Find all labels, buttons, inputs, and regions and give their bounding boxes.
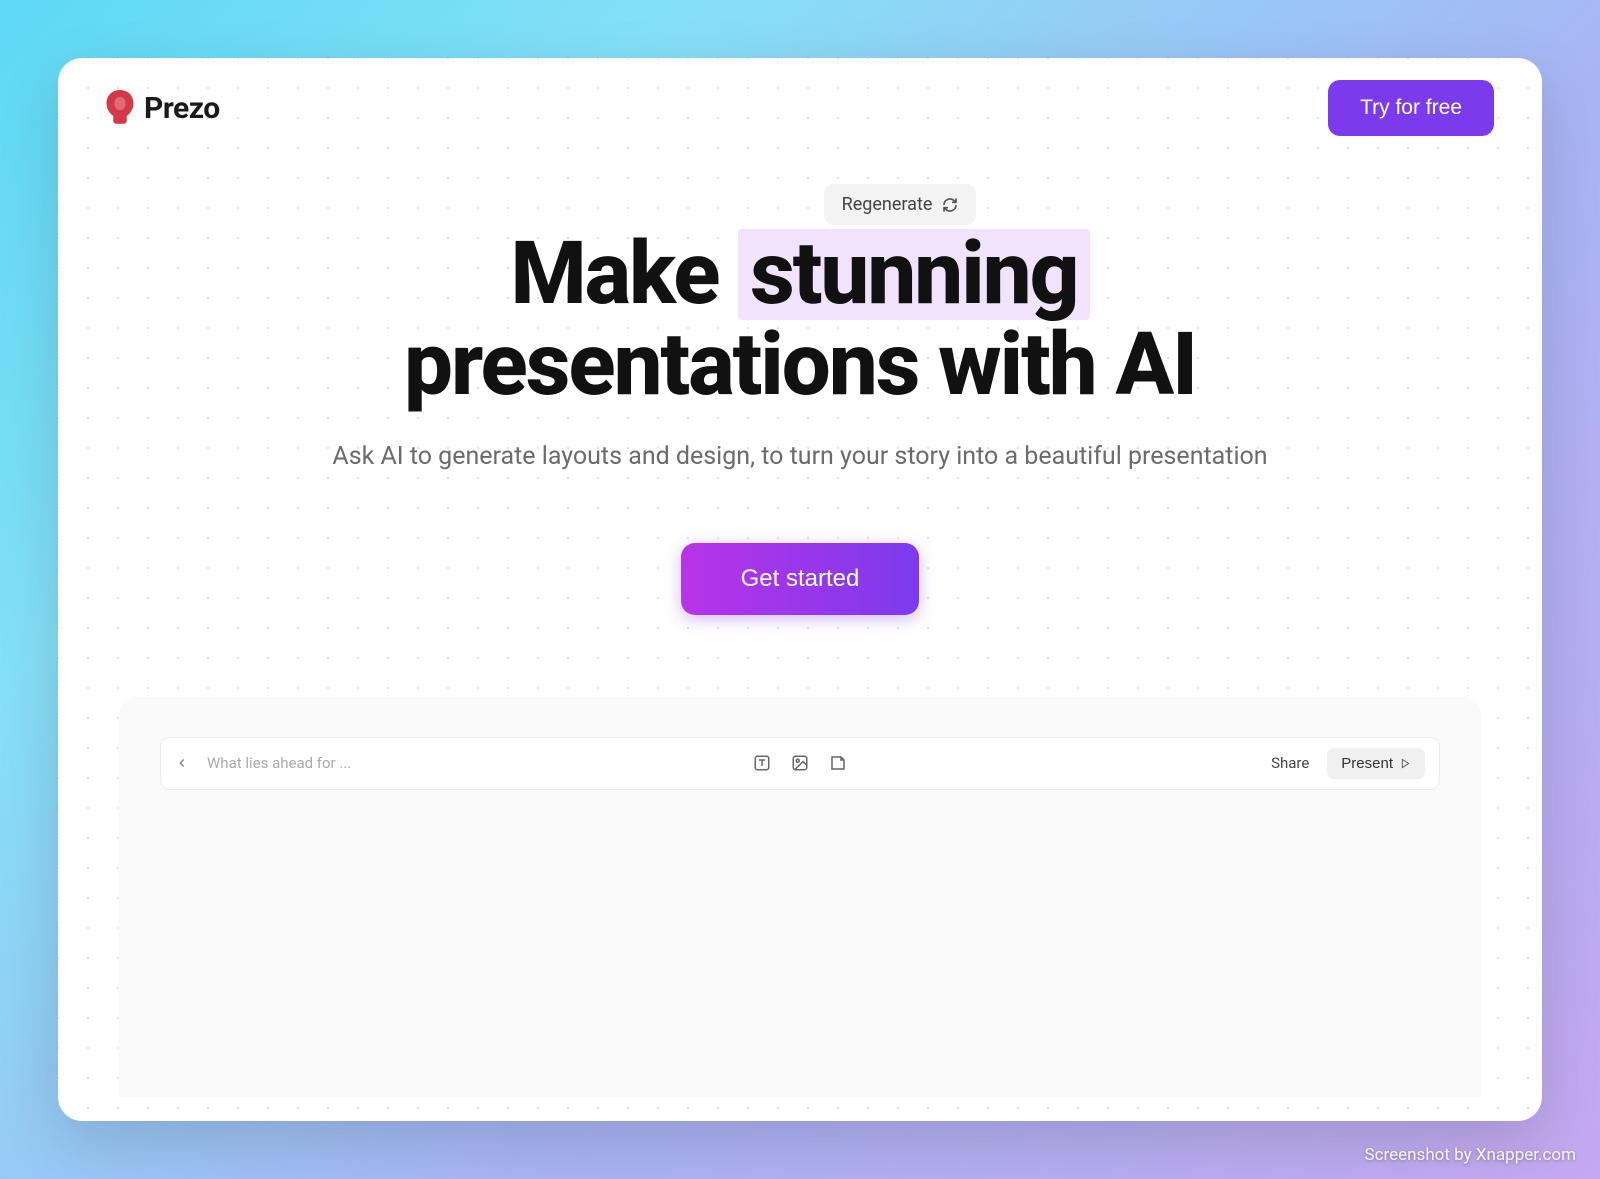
prompt-placeholder[interactable]: What lies ahead for ... [207,754,351,772]
text-tool-icon[interactable] [753,754,771,772]
regenerate-label: Regenerate [842,194,933,215]
hero-section: Regenerate Make stunning presentations w… [58,136,1542,615]
preview-panel: What lies ahead for ... [118,697,1482,1097]
chevron-left-icon[interactable] [175,756,189,770]
brand-name: Prezo [144,91,220,126]
main-card: Prezo Try for free Regenerate Make stunn… [58,58,1542,1121]
lightbulb-icon [106,90,134,126]
play-icon [1400,758,1411,769]
share-button[interactable]: Share [1271,754,1309,772]
hero-subtitle: Ask AI to generate layouts and design, t… [58,442,1542,471]
sticky-note-icon[interactable] [829,754,847,772]
title-highlight: stunning [738,229,1089,320]
header: Prezo Try for free [58,58,1542,136]
present-button[interactable]: Present [1327,748,1425,779]
title-prefix: Make [510,223,738,325]
toolbar-left: What lies ahead for ... [175,754,351,772]
present-label: Present [1341,755,1393,772]
regenerate-button[interactable]: Regenerate [824,184,977,225]
toolbar-center [753,754,847,772]
refresh-icon [942,197,958,213]
toolbar-right: Share Present [1271,748,1425,779]
watermark: Screenshot by Xnapper.com [1365,1145,1576,1165]
title-line2: presentations with AI [404,314,1196,416]
logo[interactable]: Prezo [106,90,220,126]
try-free-button[interactable]: Try for free [1328,80,1494,136]
preview-toolbar: What lies ahead for ... [160,737,1440,790]
hero-title: Make stunning presentations with AI [58,229,1542,412]
get-started-button[interactable]: Get started [681,543,920,615]
image-tool-icon[interactable] [791,754,809,772]
